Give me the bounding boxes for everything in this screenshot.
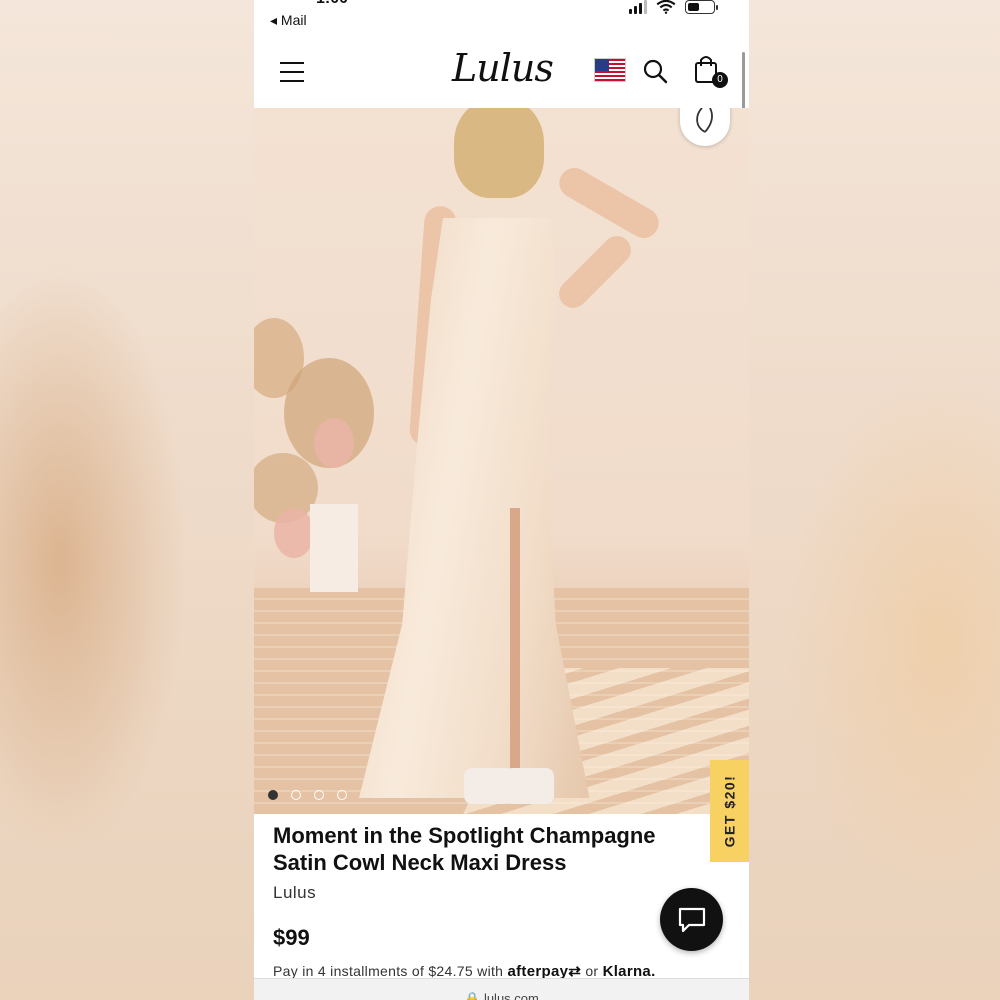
installments-text: Pay in 4 installments of $24.75 with	[273, 963, 504, 979]
browser-url-bar[interactable]: 🔒 lulus.com	[254, 978, 749, 1000]
model-arm	[553, 162, 665, 244]
wifi-icon	[656, 0, 676, 14]
or-text: or	[585, 963, 599, 979]
menu-icon[interactable]	[280, 62, 304, 82]
model-arm	[553, 230, 637, 314]
leaf-badge-icon[interactable]	[680, 108, 730, 146]
signal-icon	[629, 0, 647, 14]
carousel-dot[interactable]	[314, 790, 324, 800]
shopping-bag-button[interactable]: 0	[694, 54, 728, 88]
carousel-dot[interactable]	[268, 790, 278, 800]
product-brand[interactable]: Lulus	[273, 883, 316, 903]
site-header: Lulus 0	[254, 40, 749, 108]
us-flag-icon[interactable]	[594, 58, 626, 82]
lock-icon: 🔒	[464, 991, 481, 1000]
get-20-label: GET $20!	[721, 774, 738, 848]
pink-flowers-decor	[314, 418, 354, 468]
back-to-mail-link[interactable]: ◂ Mail	[270, 12, 307, 29]
satin-maxi-dress	[359, 218, 590, 798]
status-bar: 1:00 ◂ Mail	[254, 0, 749, 40]
dress-slit	[510, 508, 520, 788]
pink-flowers-decor	[274, 508, 314, 558]
carousel-dots	[268, 790, 347, 800]
pedestal-decor	[310, 504, 358, 592]
model-hair	[454, 108, 544, 198]
cart-count-badge: 0	[712, 72, 728, 88]
search-icon[interactable]	[642, 58, 668, 84]
status-icons	[629, 0, 718, 14]
product-price: $99	[273, 925, 310, 950]
status-time: 1:00	[316, 0, 348, 8]
product-image-carousel[interactable]	[254, 108, 749, 814]
url-text: lulus.com	[483, 991, 539, 1000]
get-20-promo-tab[interactable]: GET $20!	[710, 760, 749, 862]
carousel-dot[interactable]	[337, 790, 347, 800]
carousel-dot[interactable]	[291, 790, 301, 800]
chat-button[interactable]	[660, 888, 723, 951]
phone-screen: 1:00 ◂ Mail Lulus	[254, 0, 749, 1000]
battery-icon	[685, 0, 718, 14]
site-logo[interactable]: Lulus	[452, 46, 554, 90]
chat-icon	[678, 907, 705, 932]
model-shoe	[504, 768, 554, 804]
product-title: Moment in the Spotlight Champagne Satin …	[273, 823, 656, 875]
